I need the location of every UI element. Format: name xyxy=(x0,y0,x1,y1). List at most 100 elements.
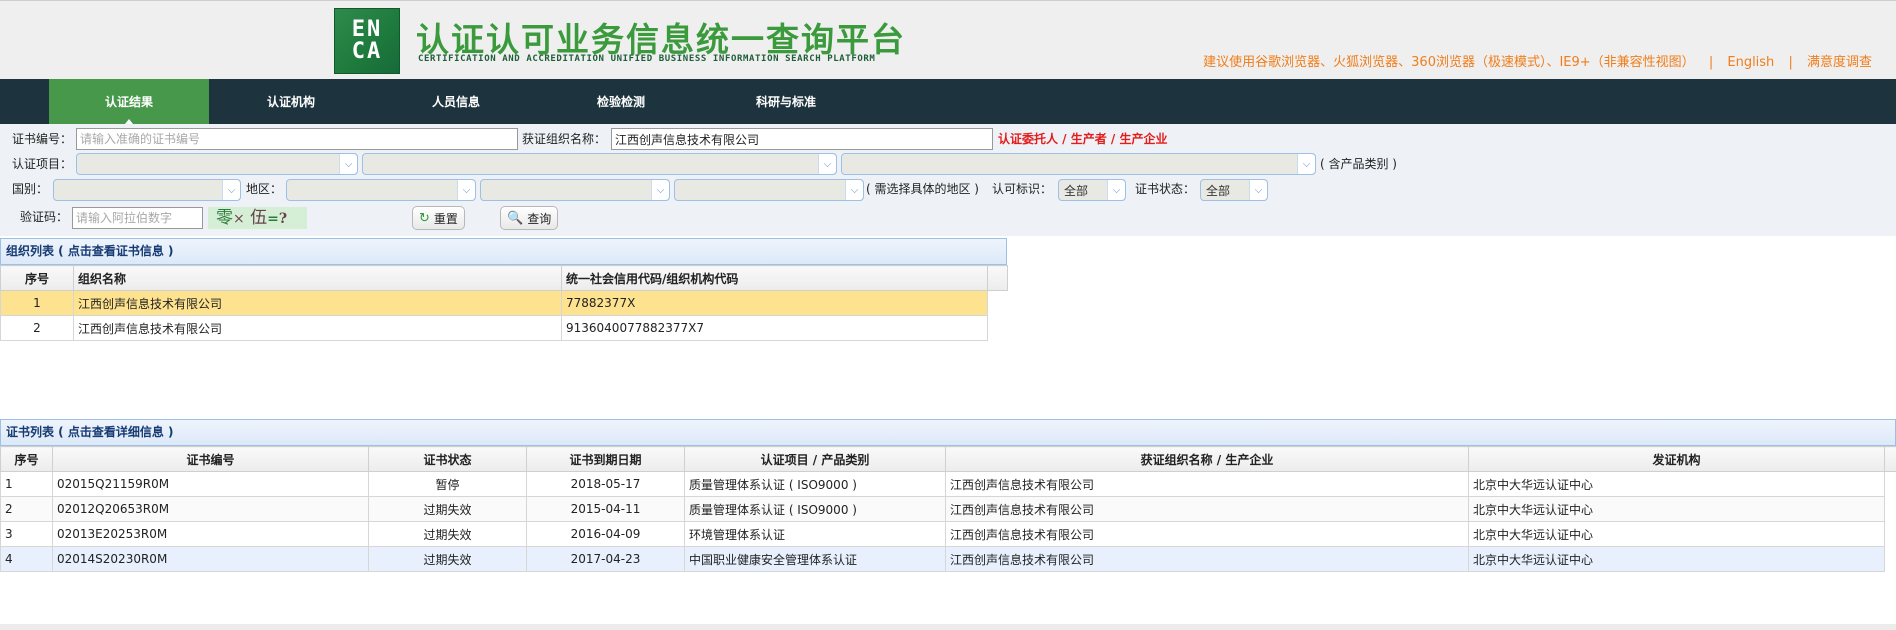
site-header: EN CA 认证认可业务信息统一查询平台 CERTIFICATION AND A… xyxy=(0,0,1896,79)
cert-issuer: 北京中大华远认证中心 xyxy=(1468,521,1885,547)
col-header-no: 序号 xyxy=(0,265,74,291)
captcha-digit-a: 零 xyxy=(216,208,233,228)
col-header-cert-no: 证书编号 xyxy=(52,446,369,472)
org-table-row[interactable]: 2 江西创声信息技术有限公司 913604007788237​7X7 xyxy=(0,315,1008,341)
cert-table-row[interactable]: 4 02014S20230R0M 过期失效 2017-04-23 中国职业健康安… xyxy=(0,546,1896,572)
row-no: 2 xyxy=(0,315,74,341)
col-header-issuer: 发证机构 xyxy=(1468,446,1885,472)
cert-item-select-3[interactable]: ⌵ xyxy=(841,153,1316,175)
cert-status-select[interactable]: 全部 ⌵ xyxy=(1200,179,1268,201)
region-select-1[interactable]: ⌵ xyxy=(286,179,476,201)
cert-item-label: 认证项目： xyxy=(12,157,73,171)
org-name-input[interactable] xyxy=(611,128,993,150)
cert-status-label: 证书状态： xyxy=(1135,182,1196,196)
spacer-cell xyxy=(987,315,1008,341)
col-header-org-name: 组织名称 xyxy=(73,265,562,291)
spacer-cell xyxy=(987,290,1008,316)
captcha-input[interactable] xyxy=(72,207,203,229)
cert-status: 暂停 xyxy=(368,471,527,497)
row-no: 3 xyxy=(0,521,53,547)
cert-no[interactable]: 02012Q20653R0M xyxy=(52,496,369,522)
nav-tab-cert-bodies[interactable]: 认证机构 xyxy=(211,79,371,124)
cert-expiry: 2018-05-17 xyxy=(526,471,685,497)
org-list-table: 序号 组织名称 统一社会信用代码/组织机构代码 1 江西创声信息技术有限公司 7… xyxy=(0,265,1008,341)
chevron-down-icon: ⌵ xyxy=(1249,180,1267,200)
chevron-down-icon: ⌵ xyxy=(651,180,669,200)
captcha-equals: = xyxy=(267,211,279,227)
org-name[interactable]: 江西创声信息技术有限公司 xyxy=(73,315,562,341)
cert-item-note: ( 含产品类别 ) xyxy=(1320,157,1397,171)
cert-item-select-1[interactable]: ⌵ xyxy=(76,153,358,175)
chevron-down-icon: ⌵ xyxy=(457,180,475,200)
cert-no[interactable]: 02013E20253R0M xyxy=(52,521,369,547)
org-name-note: 认证委托人 / 生产者 / 生产企业 xyxy=(998,132,1168,146)
search-form: 证书编号： 获证组织名称： 认证委托人 / 生产者 / 生产企业 认证项目： ⌵… xyxy=(0,124,1896,236)
cert-no-input[interactable] xyxy=(76,128,518,150)
captcha-question: ? xyxy=(278,211,288,227)
cert-status: 过期失效 xyxy=(368,496,527,522)
cert-org: 江西创声信息技术有限公司 xyxy=(945,546,1469,572)
nav-tab-inspection[interactable]: 检验检测 xyxy=(541,79,701,124)
region-select-3[interactable]: ⌵ xyxy=(674,179,864,201)
chevron-down-icon: ⌵ xyxy=(1107,180,1125,200)
english-link[interactable]: English xyxy=(1727,55,1774,70)
row-no: 1 xyxy=(0,290,74,316)
cert-status-value: 全部 xyxy=(1206,184,1231,198)
col-header-expiry: 证书到期日期 xyxy=(526,446,685,472)
survey-link[interactable]: 满意度调查 xyxy=(1807,55,1872,70)
cert-expiry: 2015-04-11 xyxy=(526,496,685,522)
region-note: ( 需选择具体的地区 ) xyxy=(866,182,979,196)
cert-issuer: 北京中大华远认证中心 xyxy=(1468,546,1885,572)
country-select[interactable]: ⌵ xyxy=(53,179,241,201)
cert-table-row[interactable]: 2 02012Q20653R0M 过期失效 2015-04-11 质量管理体系认… xyxy=(0,496,1896,522)
org-name[interactable]: 江西创声信息技术有限公司 xyxy=(73,290,562,316)
cert-org: 江西创声信息技术有限公司 xyxy=(945,471,1469,497)
chevron-down-icon: ⌵ xyxy=(339,154,357,174)
credit-code[interactable]: 913604007788237​7X7 xyxy=(561,315,988,341)
cert-item: 质量管理体系认证 ( ISO9000 ) xyxy=(684,471,946,497)
cert-issuer: 北京中大华远认证中心 xyxy=(1468,496,1885,522)
search-button[interactable]: 🔍 查询 xyxy=(500,206,559,230)
col-header-cert-item: 认证项目 / 产品类别 xyxy=(684,446,946,472)
cert-table-row[interactable]: 3 02013E20253R0M 过期失效 2016-04-09 环境管理体系认… xyxy=(0,521,1896,547)
org-table-row[interactable]: 1 江西创声信息技术有限公司 77882377X xyxy=(0,290,1008,316)
spacer-cell xyxy=(1884,521,1896,547)
org-name-label: 获证组织名称： xyxy=(522,132,607,146)
org-table-header: 序号 组织名称 统一社会信用代码/组织机构代码 xyxy=(0,265,1008,291)
cert-no[interactable]: 02014S20230R0M xyxy=(52,546,369,572)
refresh-icon: ↻ xyxy=(419,210,430,226)
page-bottom-bar xyxy=(0,624,1896,630)
col-header-spacer xyxy=(1884,446,1896,472)
accredit-mark-label: 认可标识： xyxy=(992,182,1053,196)
credit-code[interactable]: 77882377X xyxy=(561,290,988,316)
nav-tab-cert-results[interactable]: 认证结果 xyxy=(49,79,209,124)
reset-button[interactable]: ↻ 重置 xyxy=(412,206,465,230)
col-header-no: 序号 xyxy=(0,446,53,472)
spacer-cell xyxy=(1884,471,1896,497)
cert-table-row[interactable]: 1 02015Q21159R0M 暂停 2018-05-17 质量管理体系认证 … xyxy=(0,471,1896,497)
cert-org: 江西创声信息技术有限公司 xyxy=(945,521,1469,547)
col-header-credit-code: 统一社会信用代码/组织机构代码 xyxy=(561,265,988,291)
separator: | xyxy=(1708,55,1714,70)
nav-tab-personnel[interactable]: 人员信息 xyxy=(376,79,536,124)
col-header-status: 证书状态 xyxy=(368,446,527,472)
cert-item-select-2[interactable]: ⌵ xyxy=(362,153,837,175)
captcha-image[interactable]: 零× 伍=? xyxy=(208,207,307,229)
row-no: 1 xyxy=(0,471,53,497)
region-label: 地区： xyxy=(246,182,283,196)
cert-status: 过期失效 xyxy=(368,546,527,572)
logo-text-bottom: CA xyxy=(351,39,383,64)
cert-item: 环境管理体系认证 xyxy=(684,521,946,547)
region-select-2[interactable]: ⌵ xyxy=(480,179,670,201)
cert-item: 中国职业健康安全管理体系认证 xyxy=(684,546,946,572)
row-no: 2 xyxy=(0,496,53,522)
cert-expiry: 2017-04-23 xyxy=(526,546,685,572)
cert-no-label: 证书编号： xyxy=(12,132,73,146)
accredit-mark-select[interactable]: 全部 ⌵ xyxy=(1058,179,1126,201)
chevron-down-icon: ⌵ xyxy=(845,180,863,200)
cert-table-header: 序号 证书编号 证书状态 证书到期日期 认证项目 / 产品类别 获证组织名称 /… xyxy=(0,446,1896,472)
cert-no[interactable]: 02015Q21159R0M xyxy=(52,471,369,497)
col-header-spacer xyxy=(987,265,1008,291)
cert-item: 质量管理体系认证 ( ISO9000 ) xyxy=(684,496,946,522)
nav-tab-research-standards[interactable]: 科研与标准 xyxy=(706,79,866,124)
